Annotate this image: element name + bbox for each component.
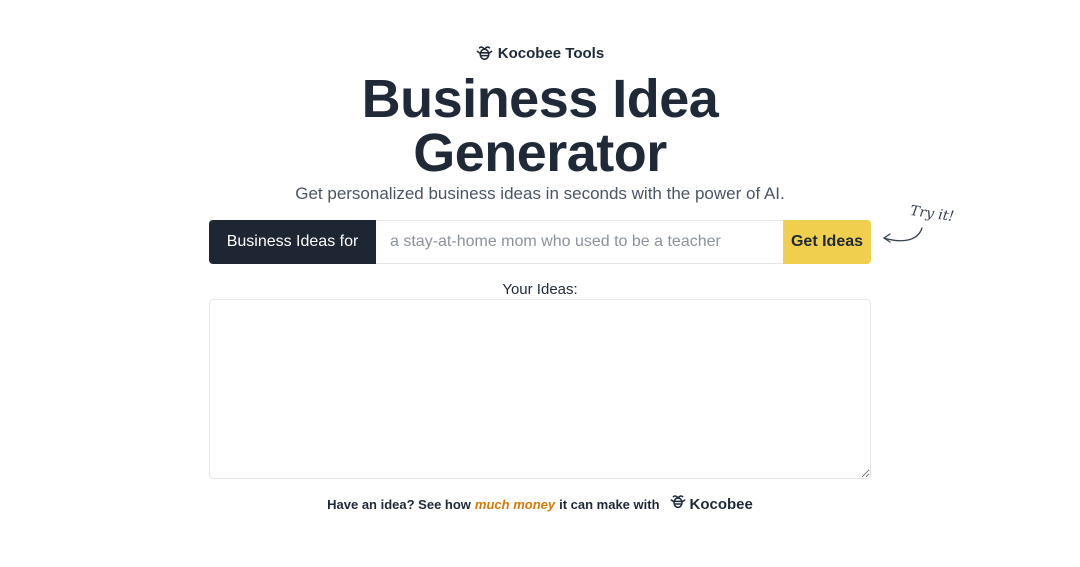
ideas-output-textarea[interactable] <box>209 299 871 479</box>
page: Kocobee Tools Business Idea Generator Ge… <box>0 0 1080 567</box>
get-ideas-button[interactable]: Get Ideas <box>783 220 871 264</box>
bee-icon <box>476 45 493 62</box>
brand-header[interactable]: Kocobee Tools <box>0 45 1080 62</box>
footer-text-after: it can make with <box>559 496 660 512</box>
idea-form: Business Ideas for Get Ideas <box>209 220 871 264</box>
page-title-line-1: Business Idea <box>361 69 719 129</box>
curved-arrow-icon <box>878 224 924 253</box>
page-title: Business Idea Generator <box>0 72 1080 180</box>
footer-highlight: much money <box>474 496 556 512</box>
input-prefix-label: Business Ideas for <box>209 220 376 264</box>
audience-input[interactable] <box>376 220 783 264</box>
footer: Have an idea? See how much money it can … <box>0 494 1080 514</box>
footer-text-before: Have an idea? See how <box>327 496 471 512</box>
ideas-output-label: Your Ideas: <box>502 281 578 298</box>
page-subtitle: Get personalized business ideas in secon… <box>295 184 785 203</box>
page-title-line-2: Generator <box>413 123 667 183</box>
bee-icon <box>670 494 686 514</box>
brand-name: Kocobee Tools <box>497 45 605 62</box>
try-it-hint: Try it! <box>909 203 956 225</box>
kocobee-link-label: Kocobee <box>689 495 753 513</box>
kocobee-link[interactable]: Kocobee <box>670 494 753 514</box>
